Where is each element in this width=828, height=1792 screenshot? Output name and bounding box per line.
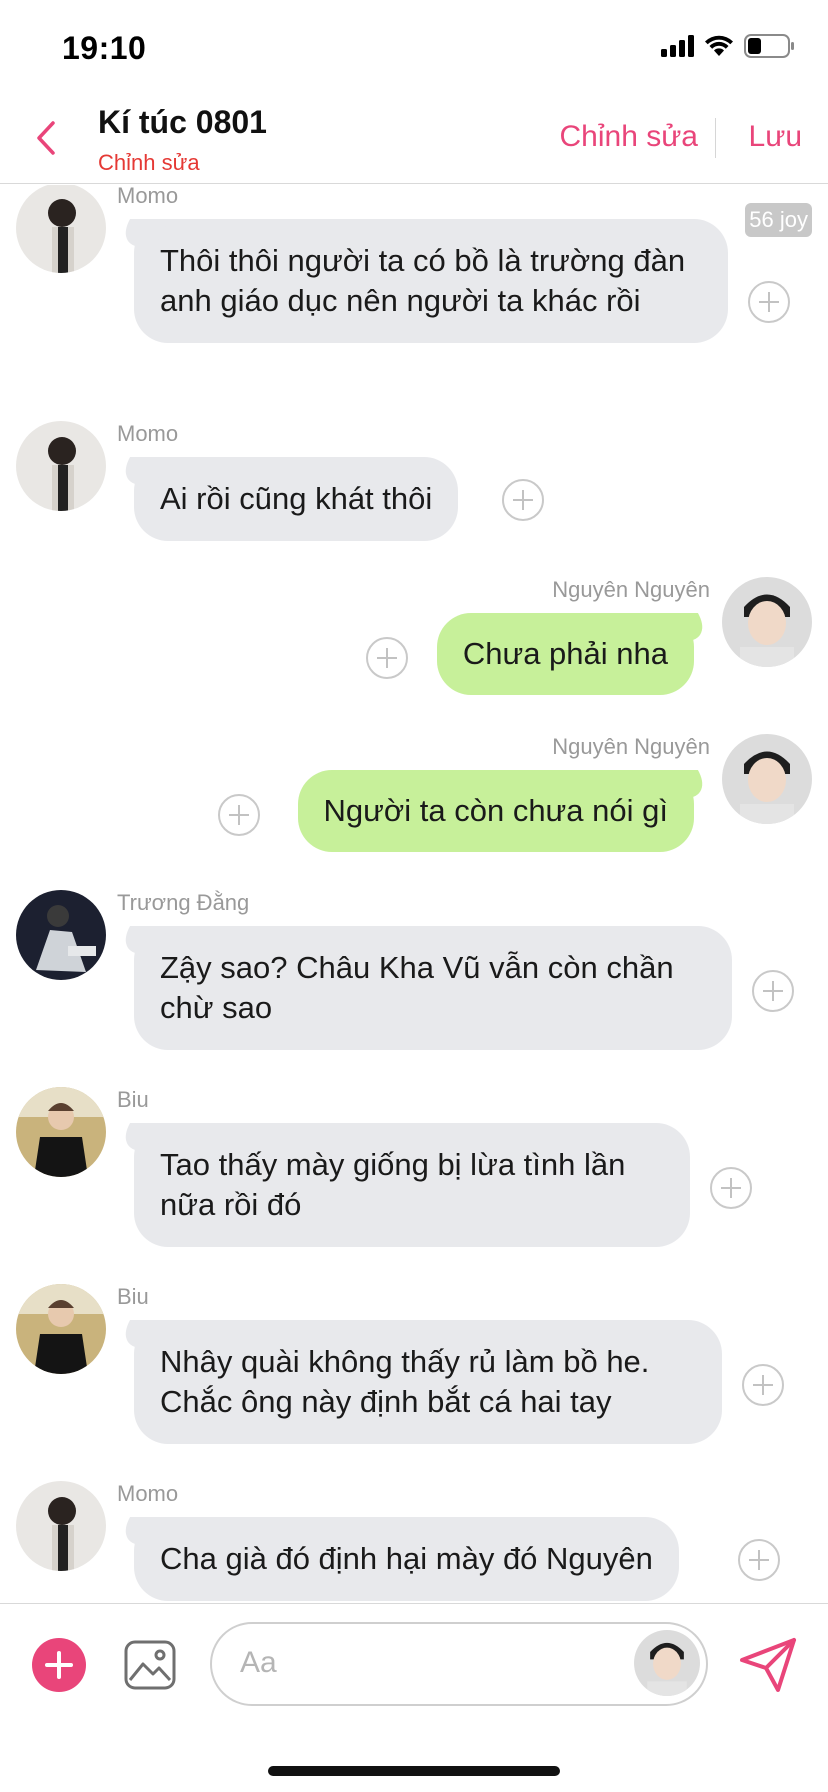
message-text: Cha già đó định hại mày đó Nguyên [160,1541,653,1576]
add-attachment-button[interactable] [32,1638,86,1692]
status-time: 19:10 [62,30,147,66]
avatar-biu[interactable] [16,1087,106,1177]
chevron-left-icon [37,121,55,155]
sender-name: Momo [117,421,179,446]
message-item: Trương Đằng Zậy sao? Châu Kha Vũ vẫn còn… [0,890,828,1070]
avatar-momo[interactable] [16,185,106,273]
add-reaction-button[interactable] [738,1539,780,1581]
avatar-momo[interactable] [16,1481,106,1571]
sender-name: Biu [117,1087,149,1112]
back-button[interactable] [26,116,66,160]
image-picker-button[interactable] [124,1640,176,1690]
chat-title: Kí túc 0801 [98,104,267,140]
sender-name: Nguyên Nguyên [552,577,710,602]
message-bubble[interactable]: Thôi thôi người ta có bồ là trường đàn a… [134,219,728,343]
sender-name: Nguyên Nguyên [552,734,710,759]
message-text: Chưa phải nha [462,636,668,671]
add-reaction-button[interactable] [218,794,260,836]
avatar-momo[interactable] [16,421,106,511]
sender-name: Trương Đằng [117,890,250,915]
message-item: Nguyên Nguyên Chưa phải nha [0,577,828,707]
message-text: Zậy sao? Châu Kha Vũ vẫn còn chần chừ sa… [160,950,674,1025]
message-text: Nhây quài không thấy rủ làm bồ he. Chắc … [160,1344,650,1419]
add-reaction-button[interactable] [748,281,790,323]
send-icon [740,1638,796,1692]
message-bubble[interactable]: Zậy sao? Châu Kha Vũ vẫn còn chần chừ sa… [134,926,732,1050]
message-text: Tao thấy mày giống bị lừa tình lần nữa r… [160,1147,626,1222]
battery-icon [744,34,796,58]
avatar-nguyen[interactable] [722,734,812,824]
add-reaction-button[interactable] [742,1364,784,1406]
message-bubble[interactable]: Người ta còn chưa nói gì [297,770,694,852]
avatar-nguyen[interactable] [722,577,812,667]
message-item: Nguyên Nguyên Người ta còn chưa nói gì [0,734,828,864]
message-item: Biu Tao thấy mày giống bị lừa tình lần n… [0,1087,828,1267]
sender-name: Momo [117,1481,179,1506]
edit-button[interactable]: Chỉnh sửa [560,120,699,154]
chat-subtitle[interactable]: Chỉnh sửa [98,150,200,176]
sender-avatar-selector[interactable] [634,1630,700,1696]
home-indicator[interactable] [268,1766,560,1776]
message-bubble[interactable]: Chưa phải nha [436,613,694,695]
message-item: Momo Thôi thôi người ta có bồ là trường … [0,185,828,385]
message-list[interactable]: 56 joy Momo Thôi thôi người ta có bồ là … [0,185,828,1603]
add-reaction-button[interactable] [502,479,544,521]
cellular-signal-icon [661,35,694,57]
sender-name: Biu [117,1284,149,1309]
message-bubble[interactable]: Tao thấy mày giống bị lừa tình lần nữa r… [134,1123,690,1247]
send-button[interactable] [738,1636,798,1694]
composer-bar: Aa [0,1603,828,1723]
add-reaction-button[interactable] [710,1167,752,1209]
message-bubble[interactable]: Nhây quài không thấy rủ làm bồ he. Chắc … [134,1320,722,1444]
wifi-icon [704,35,734,57]
message-item: Momo Ai rồi cũng khát thôi [0,421,828,551]
message-text: Người ta còn chưa nói gì [323,793,668,828]
chat-header: Kí túc 0801 Chỉnh sửa Chỉnh sửa Lưu [0,100,828,184]
sender-name: Momo [117,185,179,208]
message-text: Thôi thôi người ta có bồ là trường đàn a… [160,243,686,318]
save-button[interactable]: Lưu [749,120,802,154]
status-icons [661,34,796,58]
message-text: Ai rồi cũng khát thôi [160,481,433,516]
message-input[interactable]: Aa [210,1622,708,1706]
message-item: Momo Cha già đó định hại mày đó Nguyên [0,1481,828,1603]
add-reaction-button[interactable] [366,637,408,679]
add-reaction-button[interactable] [752,970,794,1012]
message-item: Biu Nhây quài không thấy rủ làm bồ he. C… [0,1284,828,1464]
message-bubble[interactable]: Cha già đó định hại mày đó Nguyên [134,1517,679,1601]
input-placeholder: Aa [240,1646,277,1679]
status-bar: 19:10 [0,0,828,100]
avatar-biu[interactable] [16,1284,106,1374]
image-icon [124,1640,176,1690]
message-bubble[interactable]: Ai rồi cũng khát thôi [134,457,459,541]
avatar-truong-dang[interactable] [16,890,106,980]
header-divider [715,118,716,158]
